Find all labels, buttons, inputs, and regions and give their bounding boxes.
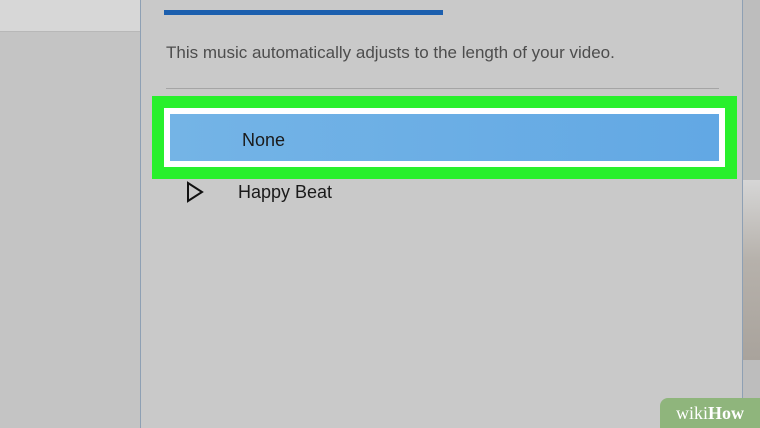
- music-option-none[interactable]: None: [170, 114, 719, 161]
- video-preview-strip: [743, 0, 760, 428]
- music-option-happy-beat[interactable]: Happy Beat: [166, 176, 719, 212]
- left-pane-header: [0, 0, 140, 32]
- tab-indicator: [164, 10, 443, 15]
- preview-thumbnail: [743, 180, 760, 360]
- music-option-label: None: [242, 130, 286, 150]
- panel-description: This music automatically adjusts to the …: [166, 43, 615, 62]
- left-pane: [0, 0, 140, 428]
- highlight-inner: None: [164, 108, 725, 167]
- divider: [166, 88, 719, 89]
- watermark-wiki: wiki: [675, 402, 708, 423]
- music-option-label: Happy Beat: [238, 182, 333, 202]
- highlight-frame: None: [152, 96, 737, 179]
- wikihow-watermark: wiki How: [660, 398, 760, 428]
- music-panel: This music automatically adjusts to the …: [140, 0, 743, 428]
- watermark-how: How: [708, 402, 744, 423]
- play-icon[interactable]: [186, 181, 204, 203]
